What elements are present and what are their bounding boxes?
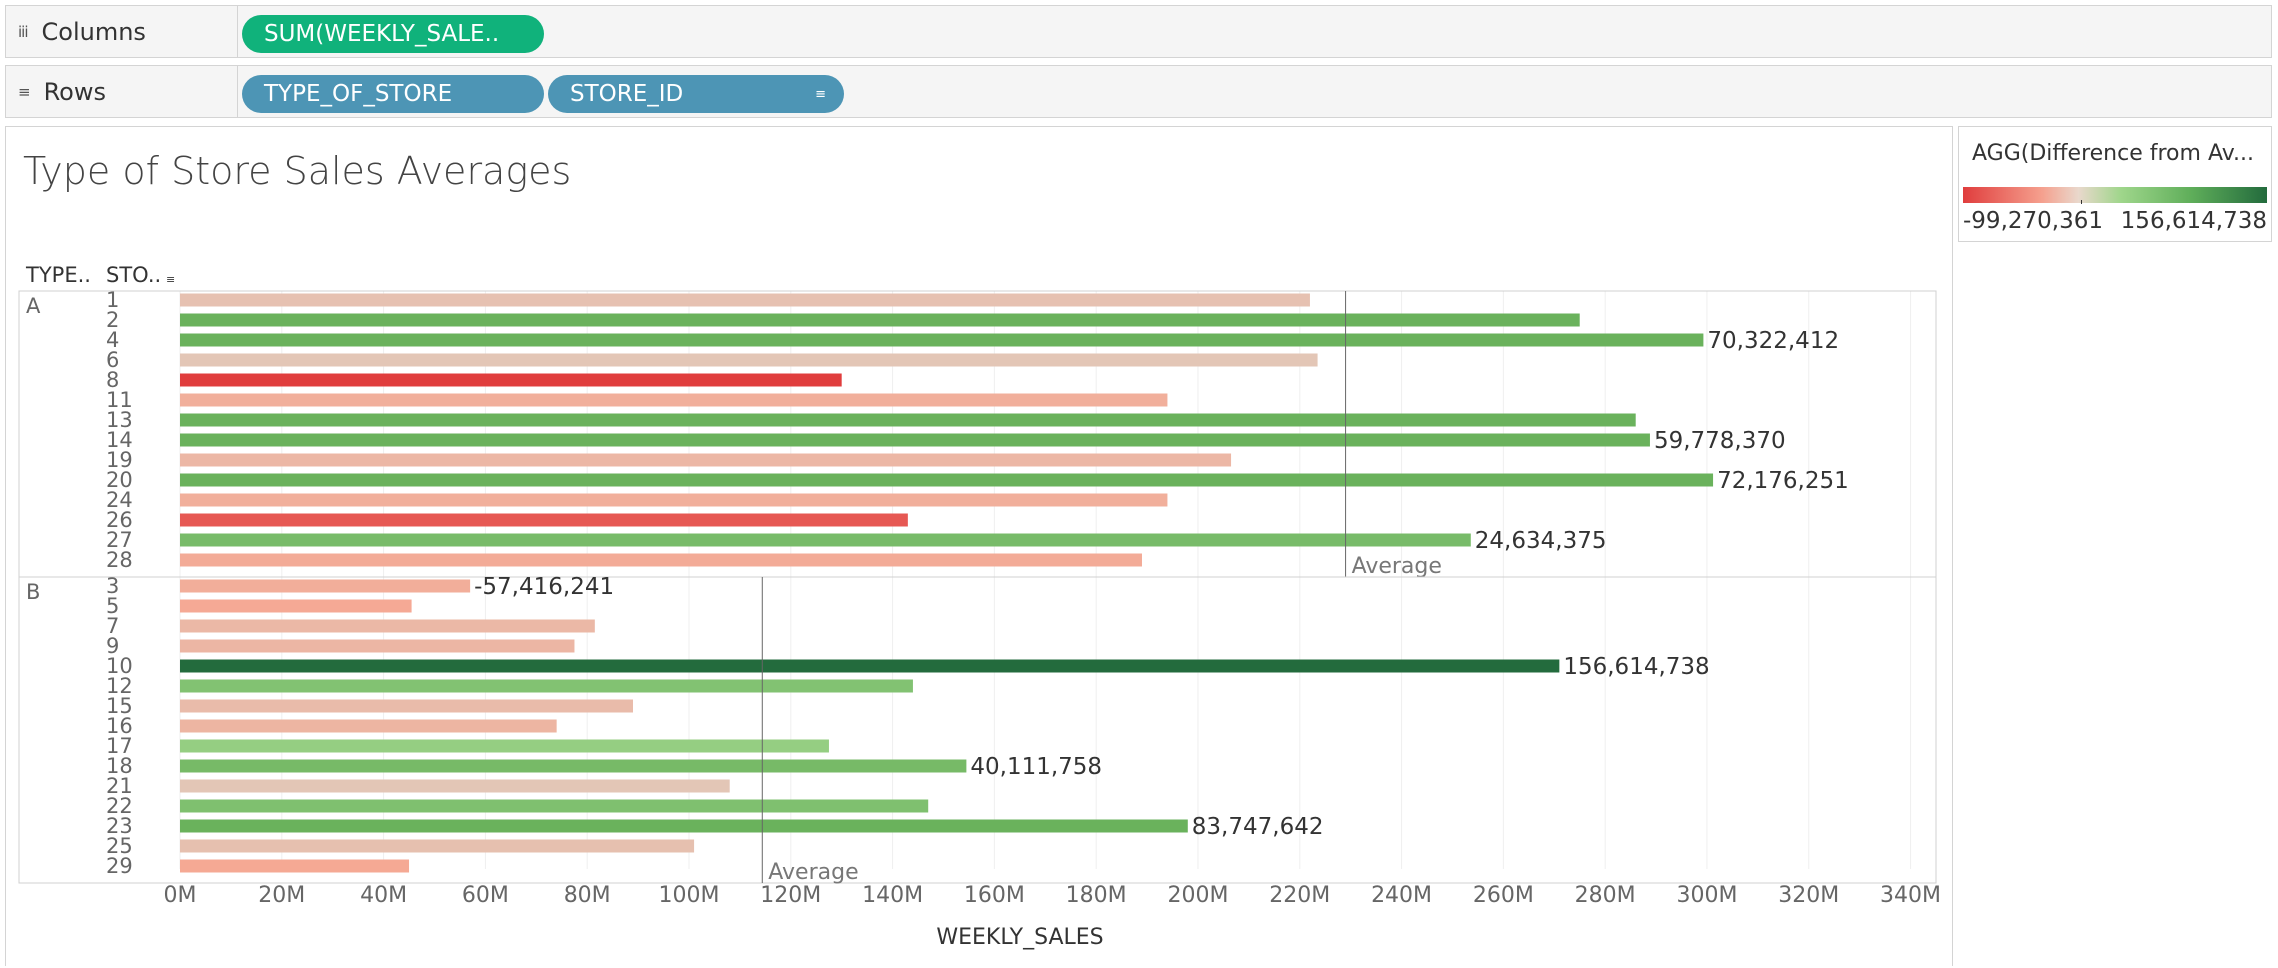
bar-store-13 xyxy=(180,413,1636,427)
x-tick-label: 260M xyxy=(1473,883,1534,908)
x-tick-label: 0M xyxy=(164,883,197,908)
bar-store-19 xyxy=(180,453,1232,467)
x-tick-label: 20M xyxy=(258,883,305,908)
data-label-store-23: 83,747,642 xyxy=(1192,814,1324,840)
data-label-store-14: 59,778,370 xyxy=(1654,428,1786,454)
average-label: Average xyxy=(1352,554,1442,579)
x-tick-label: 100M xyxy=(658,883,719,908)
x-tick-label: 320M xyxy=(1778,883,1839,908)
bar-store-28 xyxy=(180,553,1142,567)
group-label: A xyxy=(26,294,41,318)
data-label-store-20: 72,176,251 xyxy=(1717,468,1849,494)
bar-store-14 xyxy=(180,433,1650,447)
x-tick-label: 60M xyxy=(462,883,509,908)
bar-store-12 xyxy=(180,679,913,693)
x-tick-label: 200M xyxy=(1167,883,1228,908)
bar-store-2 xyxy=(180,313,1580,327)
bar-store-6 xyxy=(180,353,1318,367)
bar-store-7 xyxy=(180,619,595,633)
bar-store-11 xyxy=(180,393,1168,407)
x-tick-label: 80M xyxy=(564,883,611,908)
bar-store-8 xyxy=(180,373,842,387)
bar-store-24 xyxy=(180,493,1168,507)
x-tick-label: 180M xyxy=(1066,883,1127,908)
header-sort-icon: ≡ xyxy=(166,273,175,286)
bar-store-9 xyxy=(180,639,575,653)
bar-store-15 xyxy=(180,699,633,713)
bar-store-17 xyxy=(180,739,829,753)
bar-store-16 xyxy=(180,719,557,733)
data-label-store-18: 40,111,758 xyxy=(970,754,1102,780)
store-id-label: 29 xyxy=(106,854,133,878)
bar-store-27 xyxy=(180,533,1471,547)
bar-store-5 xyxy=(180,599,412,613)
bar-store-1 xyxy=(180,293,1310,307)
x-axis-title: WEEKLY_SALES xyxy=(936,925,1103,950)
group-label: B xyxy=(26,580,40,604)
bar-store-3 xyxy=(180,579,471,593)
x-tick-label: 340M xyxy=(1880,883,1941,908)
data-label-store-27: 24,634,375 xyxy=(1475,528,1607,554)
x-tick-label: 140M xyxy=(862,883,923,908)
bar-store-21 xyxy=(180,779,730,793)
x-tick-label: 220M xyxy=(1269,883,1330,908)
bar-store-4 xyxy=(180,333,1704,347)
bar-store-20 xyxy=(180,473,1714,487)
bar-store-26 xyxy=(180,513,908,527)
data-label-store-10: 156,614,738 xyxy=(1563,654,1709,680)
x-tick-label: 160M xyxy=(964,883,1025,908)
bar-store-18 xyxy=(180,759,967,773)
row-header-type: TYPE.. xyxy=(25,263,91,287)
x-tick-label: 300M xyxy=(1676,883,1737,908)
average-label: Average xyxy=(768,860,858,885)
data-label-store-3: -57,416,241 xyxy=(474,574,614,600)
bar-chart: TYPE.. STO.. ≡A 124 70,322,41268111314 59,778… xyxy=(18,263,1941,950)
bar-store-25 xyxy=(180,839,695,853)
bar-store-22 xyxy=(180,799,929,813)
store-id-label: 28 xyxy=(106,548,133,572)
x-tick-label: 280M xyxy=(1575,883,1636,908)
x-tick-label: 240M xyxy=(1371,883,1432,908)
x-tick-label: 40M xyxy=(360,883,407,908)
bar-store-10 xyxy=(180,659,1560,673)
bar-store-23 xyxy=(180,819,1188,833)
data-label-store-4: 70,322,412 xyxy=(1707,328,1839,354)
bar-store-29 xyxy=(180,859,410,873)
row-header-store: STO.. xyxy=(106,263,161,287)
x-tick-label: 120M xyxy=(760,883,821,908)
